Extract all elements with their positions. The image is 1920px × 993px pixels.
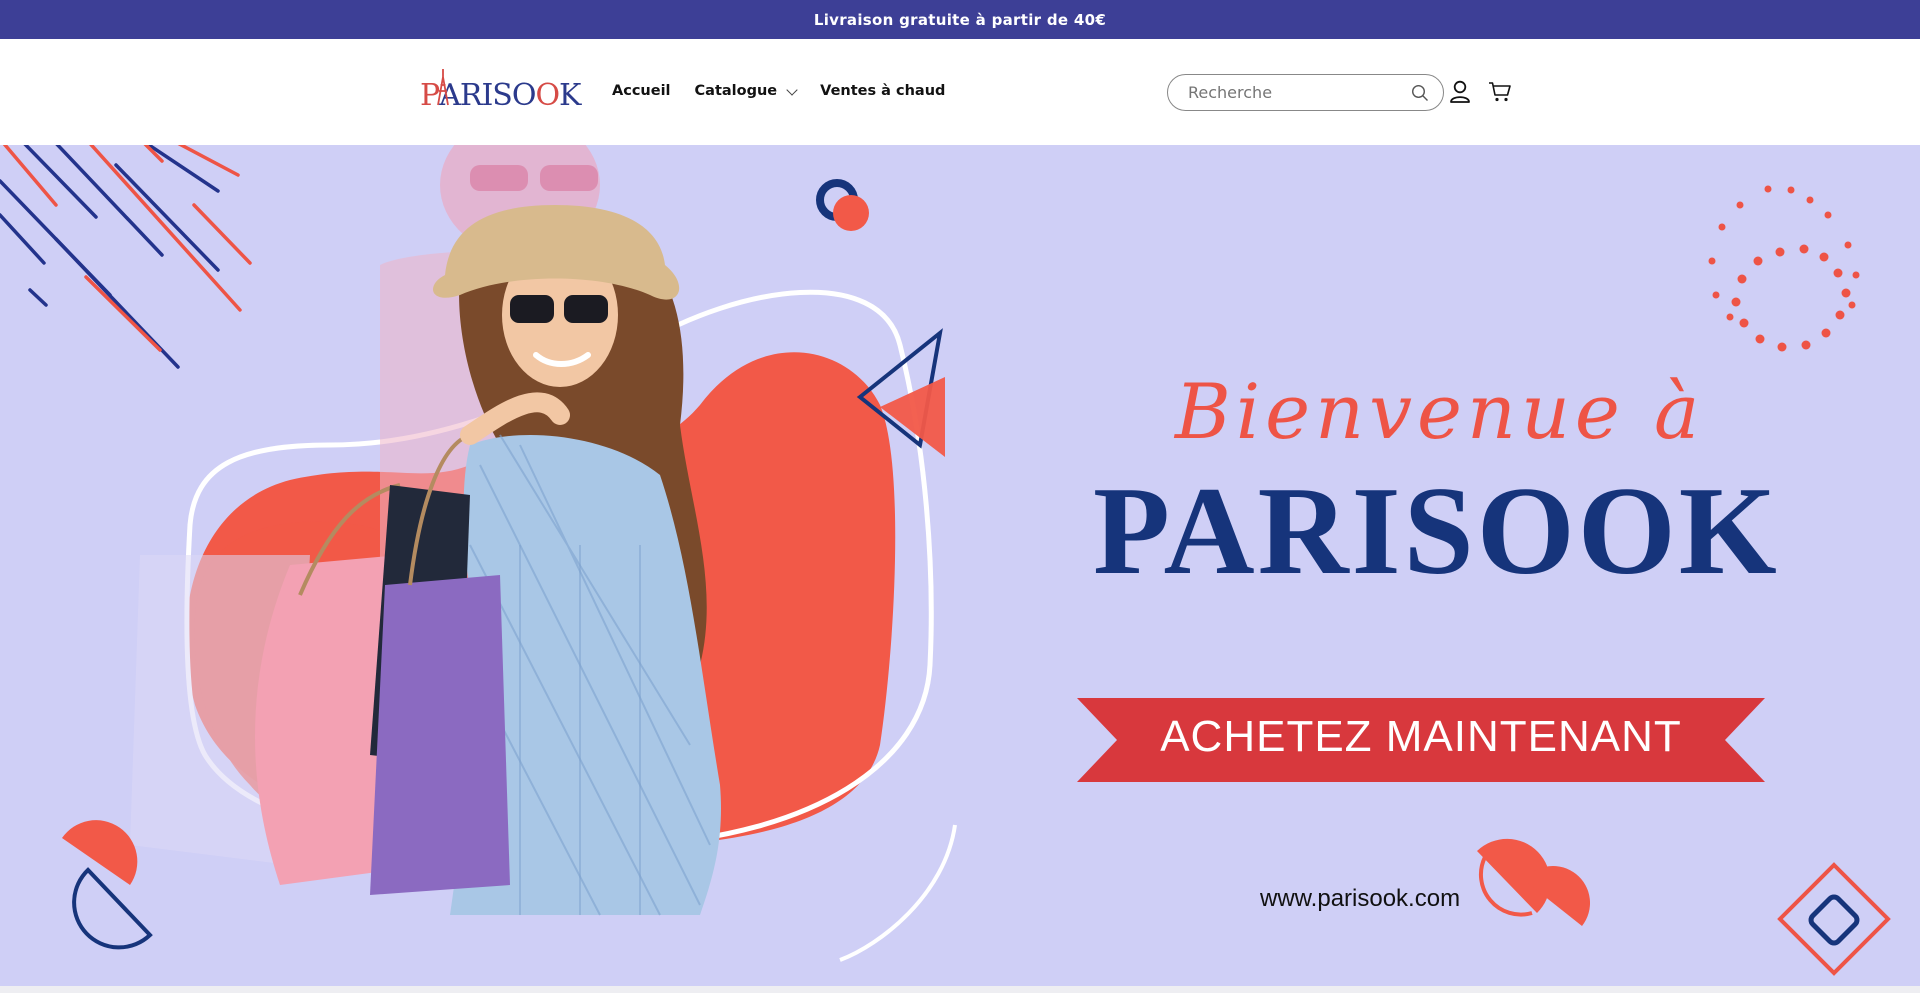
site-logo[interactable]: P ARISO O K bbox=[420, 69, 581, 113]
announcement-bar: Livraison gratuite à partir de 40€ bbox=[0, 0, 1920, 39]
hero-brand-title: PARISOOK bbox=[1093, 462, 1780, 601]
shop-now-label: ACHETEZ MAINTENANT bbox=[1160, 712, 1682, 761]
search-box bbox=[1167, 74, 1444, 111]
navy-diamond bbox=[1808, 894, 1860, 946]
navy-half-circle bbox=[72, 867, 153, 950]
purple-bag bbox=[370, 575, 510, 895]
decorative-lines bbox=[0, 145, 252, 369]
nav-label-catalogue: Catalogue bbox=[694, 83, 778, 99]
search-input[interactable] bbox=[1188, 83, 1398, 102]
logo-letter-o: O bbox=[535, 78, 560, 113]
coral-dot bbox=[833, 195, 869, 231]
coral-semicircle bbox=[62, 820, 138, 885]
announcement-text: Livraison gratuite à partir de 40€ bbox=[813, 10, 1107, 29]
site-header: P ARISO O K Accueil Catalogue Ventes à chau… bbox=[0, 39, 1920, 145]
nav-item-accueil[interactable]: Accueil bbox=[612, 83, 671, 99]
search-icon[interactable] bbox=[1411, 84, 1429, 102]
account-icon[interactable] bbox=[1449, 80, 1471, 104]
dot-burst bbox=[1708, 185, 1860, 352]
chevron-down-icon bbox=[786, 83, 798, 96]
nav-item-ventes-a-chaud[interactable]: Ventes à chaud bbox=[820, 83, 945, 99]
section-divider bbox=[0, 986, 1920, 993]
nav-item-catalogue[interactable]: Catalogue bbox=[694, 83, 798, 99]
coral-diamond-outline bbox=[1777, 862, 1891, 976]
hero-website-text: www.parisook.com bbox=[1260, 885, 1461, 912]
nav-label-accueil: Accueil bbox=[612, 83, 671, 99]
hero-welcome-text: Bienvenue à bbox=[1175, 367, 1705, 456]
white-curve bbox=[839, 824, 957, 962]
main-nav: Accueil Catalogue Ventes à chaud bbox=[612, 83, 945, 99]
hero-banner[interactable]: Bienvenue à PARISOOK ACHETEZ MAINTENANT … bbox=[0, 145, 1920, 986]
shop-now-button[interactable]: ACHETEZ MAINTENANT bbox=[1077, 692, 1765, 782]
nav-label-ventes: Ventes à chaud bbox=[820, 83, 946, 99]
cart-icon[interactable] bbox=[1488, 81, 1512, 103]
logo-letter-k: K bbox=[559, 78, 581, 113]
eiffel-tower-icon bbox=[437, 69, 449, 106]
